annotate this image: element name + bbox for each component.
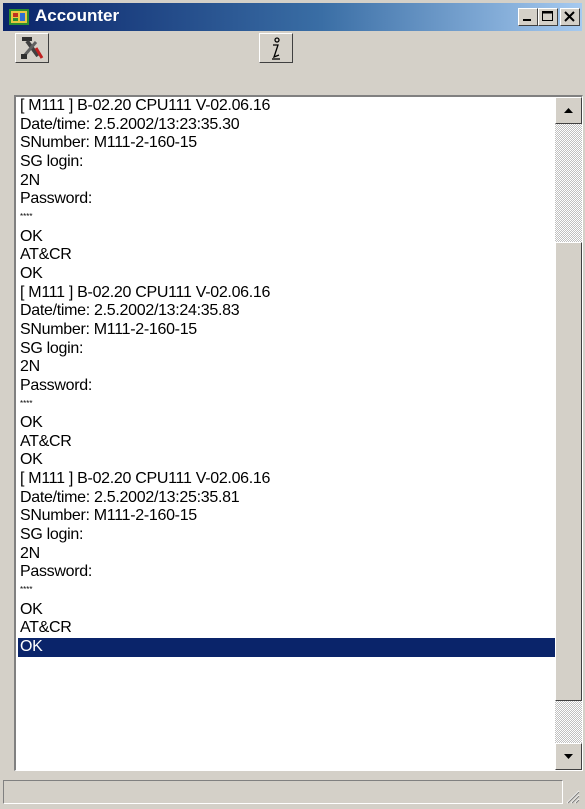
log-line[interactable]: [ M111 ] B-02.20 CPU111 V-02.06.16 (18, 284, 556, 303)
window-title: Accounter (35, 6, 120, 25)
tools-icon (21, 37, 44, 59)
app-icon (9, 9, 29, 25)
log-line[interactable]: OK (18, 451, 556, 470)
scroll-thumb[interactable] (555, 242, 582, 702)
log-line[interactable]: OK (18, 601, 556, 620)
log-line[interactable]: SNumber: M111-2-160-15 (18, 321, 556, 340)
maximize-button[interactable] (538, 8, 558, 26)
log-line[interactable]: AT&CR (18, 619, 556, 638)
info-icon (272, 37, 280, 60)
log-line[interactable]: OK (18, 638, 556, 657)
close-icon (564, 11, 575, 22)
maximize-icon (542, 11, 553, 21)
log-line[interactable]: SNumber: M111-2-160-15 (18, 134, 556, 153)
log-line[interactable]: SG login: (18, 526, 556, 545)
log-line[interactable]: 2N (18, 358, 556, 377)
close-button[interactable] (560, 8, 580, 26)
vertical-scrollbar[interactable] (555, 97, 582, 770)
log-line[interactable]: Date/time: 2.5.2002/13:23:35.30 (18, 116, 556, 135)
status-panel (3, 780, 563, 804)
log-lines: [ M111 ] B-02.20 CPU111 V-02.06.16 Date/t… (18, 97, 556, 769)
size-grip-icon[interactable] (564, 788, 580, 804)
scroll-up-button[interactable] (555, 97, 582, 124)
log-line[interactable]: AT&CR (18, 433, 556, 452)
log-line[interactable]: **** (18, 396, 556, 415)
log-line[interactable]: **** (18, 209, 556, 228)
log-line[interactable]: Password: (18, 190, 556, 209)
log-line[interactable]: SNumber: M111-2-160-15 (18, 507, 556, 526)
settings-tool-button[interactable] (15, 33, 49, 63)
log-line[interactable]: AT&CR (18, 246, 556, 265)
log-line[interactable]: SG login: (18, 340, 556, 359)
log-line[interactable]: OK (18, 265, 556, 284)
log-line[interactable]: OK (18, 414, 556, 433)
arrow-down-icon (564, 754, 573, 759)
info-tool-button[interactable] (259, 33, 293, 63)
minimize-icon (523, 19, 531, 21)
log-line[interactable]: Password: (18, 377, 556, 396)
scroll-down-button[interactable] (555, 743, 582, 770)
log-line[interactable]: Date/time: 2.5.2002/13:25:35.81 (18, 489, 556, 508)
log-line[interactable]: 2N (18, 545, 556, 564)
log-line[interactable]: **** (18, 582, 556, 601)
toolbar (3, 31, 582, 95)
arrow-up-icon (564, 108, 573, 113)
log-line[interactable]: 2N (18, 172, 556, 191)
minimize-button[interactable] (518, 8, 538, 26)
log-line[interactable]: [ M111 ] B-02.20 CPU111 V-02.06.16 (18, 97, 556, 116)
log-line[interactable]: OK (18, 228, 556, 247)
log-line[interactable]: Date/time: 2.5.2002/13:24:35.83 (18, 302, 556, 321)
log-listbox[interactable]: [ M111 ] B-02.20 CPU111 V-02.06.16 Date/t… (14, 95, 583, 771)
status-bar (3, 778, 582, 806)
log-line[interactable]: Password: (18, 563, 556, 582)
title-bar[interactable]: Accounter (3, 3, 582, 31)
log-line[interactable]: [ M111 ] B-02.20 CPU111 V-02.06.16 (18, 470, 556, 489)
log-line[interactable]: SG login: (18, 153, 556, 172)
accounter-window: Accounter [M111] B-02.20 CPU111 V-02.0… (0, 0, 585, 809)
